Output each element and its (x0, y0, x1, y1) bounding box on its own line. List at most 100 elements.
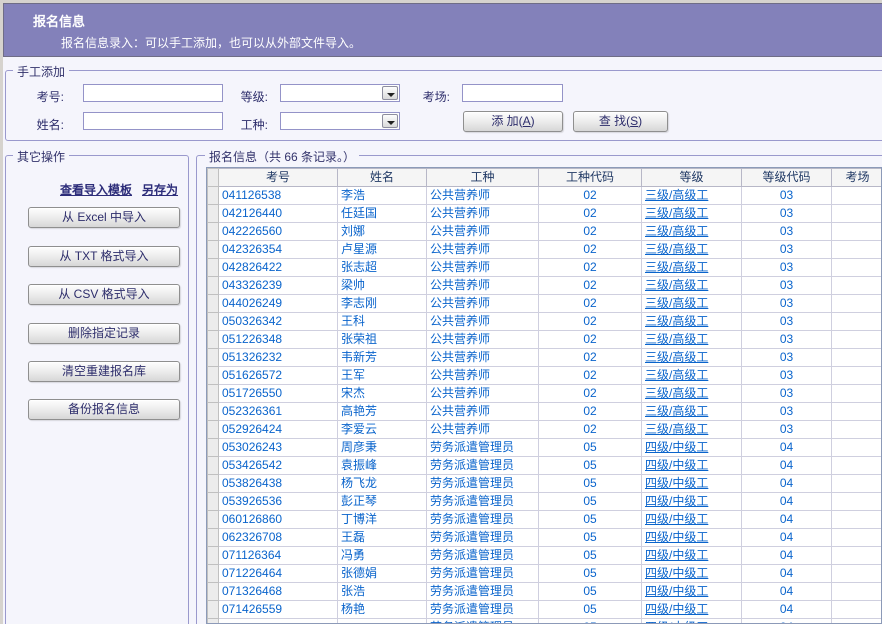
table-cell[interactable]: 公共营养师 (427, 241, 539, 259)
table-cell[interactable]: 03 (742, 241, 832, 259)
table-cell[interactable]: 四级/中级工 (642, 601, 742, 619)
table-cell[interactable] (832, 457, 882, 475)
table-row[interactable]: 042226560刘娜公共营养师02三级/高级工03 (208, 223, 882, 241)
table-cell[interactable]: 04 (742, 565, 832, 583)
table-cell[interactable]: 四级/中级工 (642, 475, 742, 493)
table-cell[interactable] (832, 187, 882, 205)
table-cell[interactable]: 05 (539, 619, 642, 624)
table-row[interactable]: 071226464张德娟劳务派遣管理员05四级/中级工04 (208, 565, 882, 583)
column-header-job[interactable]: 工种 (427, 169, 539, 187)
table-cell[interactable]: 三级/高级工 (642, 277, 742, 295)
table-cell[interactable]: 03 (742, 349, 832, 367)
table-cell[interactable]: 公共营养师 (427, 331, 539, 349)
table-cell[interactable]: 03 (742, 385, 832, 403)
table-cell[interactable]: 052326361 (219, 403, 338, 421)
table-cell[interactable]: 03 (742, 421, 832, 439)
table-row[interactable]: 041126538李浩公共营养师02三级/高级工03 (208, 187, 882, 205)
table-cell[interactable]: 050326342 (219, 313, 338, 331)
table-cell[interactable]: 公共营养师 (427, 385, 539, 403)
table-cell[interactable] (832, 205, 882, 223)
table-cell[interactable] (832, 583, 882, 601)
delete-records-button[interactable]: 删除指定记录 (28, 323, 180, 344)
table-cell[interactable]: 三级/高级工 (642, 313, 742, 331)
table-cell[interactable]: 060126860 (219, 511, 338, 529)
table-cell[interactable]: 四级/中级工 (642, 493, 742, 511)
view-import-template-link[interactable]: 查看导入模板 (60, 181, 132, 198)
column-header-exam-no[interactable]: 考号 (219, 169, 338, 187)
column-header-level-code[interactable]: 等级代码 (742, 169, 832, 187)
table-cell[interactable]: 04 (742, 511, 832, 529)
table-row[interactable]: 071426559杨艳劳务派遣管理员05四级/中级工04 (208, 601, 882, 619)
table-cell[interactable]: 042326354 (219, 241, 338, 259)
table-cell[interactable]: 张志超 (338, 259, 427, 277)
table-cell[interactable]: 041126538 (219, 187, 338, 205)
row-selector[interactable] (208, 547, 219, 565)
table-cell[interactable]: 04 (742, 529, 832, 547)
table-cell[interactable]: 051626572 (219, 367, 338, 385)
row-selector[interactable] (208, 205, 219, 223)
table-cell[interactable]: 三级/高级工 (642, 187, 742, 205)
table-cell[interactable] (832, 529, 882, 547)
table-cell[interactable]: 劳务派遣管理员 (427, 565, 539, 583)
table-cell[interactable]: 高艳芳 (338, 403, 427, 421)
table-cell[interactable]: 劳务派遣管理员 (427, 547, 539, 565)
table-cell[interactable] (832, 295, 882, 313)
column-header-room[interactable]: 考场 (832, 169, 882, 187)
table-cell[interactable]: 05 (539, 583, 642, 601)
table-cell[interactable]: 公共营养师 (427, 277, 539, 295)
import-excel-button[interactable]: 从 Excel 中导入 (28, 207, 180, 228)
table-cell[interactable]: 劳务派遣管理员 (427, 439, 539, 457)
table-row[interactable]: 043326239梁帅公共营养师02三级/高级工03 (208, 277, 882, 295)
row-selector[interactable] (208, 475, 219, 493)
backup-info-button[interactable]: 备份报名信息 (28, 399, 180, 420)
table-cell[interactable]: 李志刚 (338, 295, 427, 313)
row-selector[interactable] (208, 295, 219, 313)
row-selector[interactable] (208, 313, 219, 331)
table-cell[interactable] (832, 223, 882, 241)
table-cell[interactable] (832, 475, 882, 493)
table-cell[interactable]: 02 (539, 187, 642, 205)
table-cell[interactable]: 053426542 (219, 457, 338, 475)
table-cell[interactable]: 王军 (338, 367, 427, 385)
table-cell[interactable]: 02 (539, 205, 642, 223)
row-selector[interactable] (208, 583, 219, 601)
row-selector[interactable] (208, 385, 219, 403)
chevron-down-icon[interactable] (382, 86, 398, 100)
table-cell[interactable]: 02 (539, 259, 642, 277)
table-cell[interactable]: 03 (742, 313, 832, 331)
table-cell[interactable] (832, 619, 882, 624)
table-cell[interactable]: 劳务派遣管理员 (427, 493, 539, 511)
table-cell[interactable]: 韦新芳 (338, 349, 427, 367)
table-cell[interactable] (338, 619, 427, 624)
table-cell[interactable]: 03 (742, 403, 832, 421)
table-cell[interactable]: 04 (742, 475, 832, 493)
row-selector[interactable] (208, 259, 219, 277)
table-cell[interactable] (832, 313, 882, 331)
table-cell[interactable]: 四级/中级工 (642, 529, 742, 547)
table-cell[interactable]: 051726550 (219, 385, 338, 403)
table-cell[interactable]: 052926424 (219, 421, 338, 439)
import-csv-button[interactable]: 从 CSV 格式导入 (28, 284, 180, 305)
table-cell[interactable]: 三级/高级工 (642, 241, 742, 259)
table-row[interactable]: 053026243周彦秉劳务派遣管理员05四级/中级工04 (208, 439, 882, 457)
row-selector[interactable] (208, 241, 219, 259)
table-cell[interactable]: 03 (742, 187, 832, 205)
table-cell[interactable]: 042226560 (219, 223, 338, 241)
table-cell[interactable]: 劳务派遣管理员 (427, 457, 539, 475)
column-header-job-code[interactable]: 工种代码 (539, 169, 642, 187)
table-row[interactable]: 071326468张浩劳务派遣管理员05四级/中级工04 (208, 583, 882, 601)
table-cell[interactable]: 公共营养师 (427, 259, 539, 277)
table-cell[interactable]: 劳务派遣管理员 (427, 529, 539, 547)
row-selector[interactable] (208, 565, 219, 583)
table-cell[interactable]: 劳务派遣管理员 (427, 601, 539, 619)
table-cell[interactable]: 劳务派遣管理员 (427, 583, 539, 601)
table-cell[interactable]: 三级/高级工 (642, 349, 742, 367)
clear-rebuild-button[interactable]: 清空重建报名库 (28, 361, 180, 382)
table-cell[interactable]: 张德娟 (338, 565, 427, 583)
table-cell[interactable]: 四级/中级工 (642, 511, 742, 529)
table-cell[interactable]: 宋杰 (338, 385, 427, 403)
table-cell[interactable]: 杨艳 (338, 601, 427, 619)
table-cell[interactable] (832, 403, 882, 421)
table-cell[interactable]: 杨飞龙 (338, 475, 427, 493)
table-row[interactable]: 劳务派遣管理员05四级/中级工04 (208, 619, 882, 624)
